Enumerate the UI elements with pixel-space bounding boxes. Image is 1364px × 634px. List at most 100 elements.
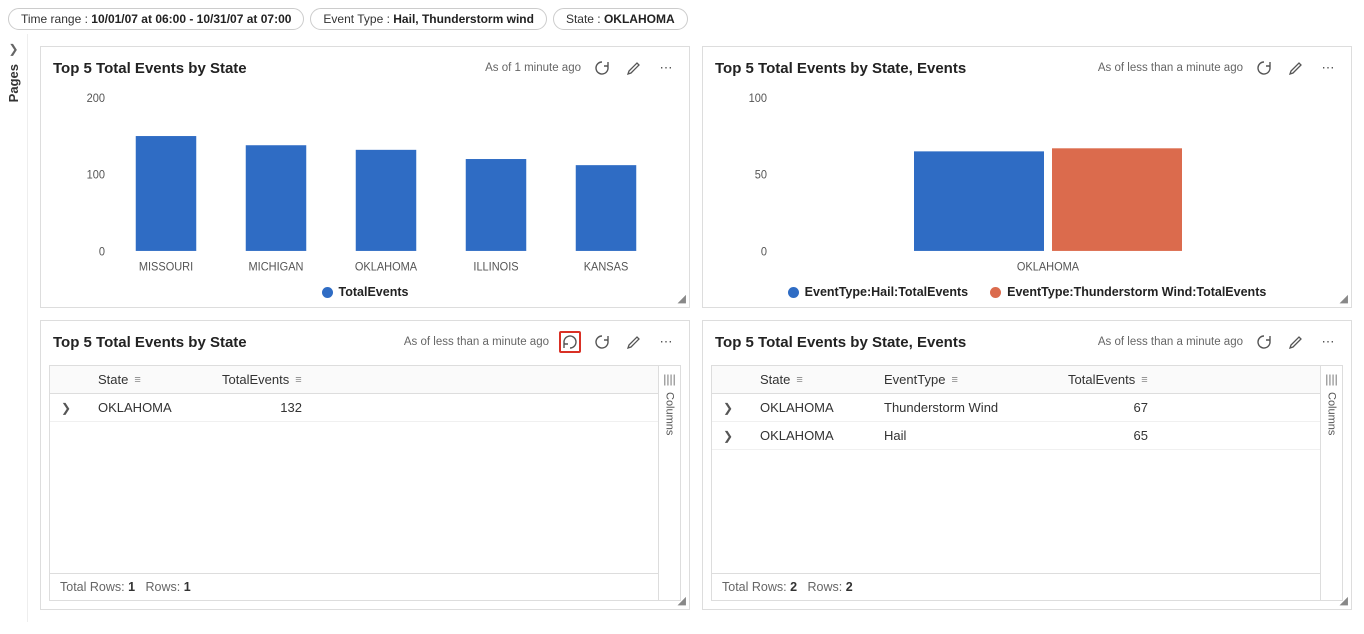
expand-row-icon[interactable]: ❯ — [720, 429, 736, 443]
columns-panel-toggle[interactable]: |||| Columns — [658, 366, 680, 600]
resize-handle-icon[interactable]: ◢ — [1340, 292, 1348, 305]
tile-status: As of less than a minute ago — [1098, 62, 1243, 74]
undo-icon[interactable] — [559, 331, 581, 353]
svg-text:100: 100 — [749, 93, 767, 106]
svg-text:OKLAHOMA: OKLAHOMA — [355, 261, 418, 274]
filter-value: OKLAHOMA — [604, 12, 675, 26]
tile-status: As of less than a minute ago — [404, 336, 549, 348]
columns-icon: |||| — [1325, 372, 1337, 386]
col-menu-icon[interactable]: ≡ — [134, 374, 140, 386]
table-footer: Total Rows: 2 Rows: 2 — [712, 573, 1320, 600]
cell-type: Hail — [884, 428, 1044, 443]
tile-top5-state-table: Top 5 Total Events by State As of less t… — [40, 320, 690, 610]
cell-total: 65 — [1068, 428, 1148, 443]
legend-label: EventType:Thunderstorm Wind:TotalEvents — [1007, 285, 1266, 299]
pages-sidebar[interactable]: ❯ Pages — [0, 34, 28, 622]
tile-status: As of 1 minute ago — [485, 62, 581, 74]
refresh-icon[interactable] — [591, 331, 613, 353]
more-icon[interactable]: ⋯ — [1317, 331, 1339, 353]
refresh-icon[interactable] — [591, 57, 613, 79]
svg-text:ILLINOIS: ILLINOIS — [473, 261, 518, 274]
filter-value: 10/01/07 at 06:00 - 10/31/07 at 07:00 — [91, 12, 291, 26]
resize-handle-icon[interactable]: ◢ — [678, 594, 686, 607]
tile-title: Top 5 Total Events by State, Events — [715, 334, 966, 351]
col-total[interactable]: TotalEvents≡ — [1068, 372, 1168, 387]
legend-swatch-icon — [990, 287, 1001, 298]
resize-handle-icon[interactable]: ◢ — [678, 292, 686, 305]
col-menu-icon[interactable]: ≡ — [295, 374, 301, 386]
col-menu-icon[interactable]: ≡ — [1141, 374, 1147, 386]
table-row[interactable]: ❯ OKLAHOMA 132 — [50, 394, 658, 422]
tile-top5-state-events-chart: Top 5 Total Events by State, Events As o… — [702, 46, 1352, 308]
col-menu-icon[interactable]: ≡ — [796, 374, 802, 386]
svg-text:MISSOURI: MISSOURI — [139, 261, 193, 274]
table-row[interactable]: ❯ OKLAHOMA Hail 65 — [712, 422, 1320, 450]
tile-title: Top 5 Total Events by State — [53, 334, 247, 351]
chevron-right-icon[interactable]: ❯ — [0, 42, 27, 64]
svg-text:50: 50 — [755, 169, 767, 182]
svg-text:0: 0 — [99, 246, 105, 259]
svg-text:MICHIGAN: MICHIGAN — [249, 261, 304, 274]
edit-icon[interactable] — [623, 331, 645, 353]
legend: EventType:Hail:TotalEvents EventType:Thu… — [703, 281, 1351, 307]
bar-chart: 0 50 100 OKLAHOMA — [703, 83, 1351, 281]
columns-label: Columns — [1326, 392, 1338, 435]
columns-panel-toggle[interactable]: |||| Columns — [1320, 366, 1342, 600]
expand-row-icon[interactable]: ❯ — [720, 401, 736, 415]
edit-icon[interactable] — [623, 57, 645, 79]
filter-value: Hail, Thunderstorm wind — [393, 12, 534, 26]
svg-text:0: 0 — [761, 246, 767, 259]
cell-state: OKLAHOMA — [760, 400, 860, 415]
legend-swatch-icon — [322, 287, 333, 298]
filter-label: Time range : — [21, 12, 88, 26]
filters-bar: Time range : 10/01/07 at 06:00 - 10/31/0… — [0, 0, 1364, 34]
tile-top5-state-chart: Top 5 Total Events by State As of 1 minu… — [40, 46, 690, 308]
columns-icon: |||| — [663, 372, 675, 386]
refresh-icon[interactable] — [1253, 57, 1275, 79]
cell-state: OKLAHOMA — [760, 428, 860, 443]
resize-handle-icon[interactable]: ◢ — [1340, 594, 1348, 607]
cell-type: Thunderstorm Wind — [884, 400, 1044, 415]
svg-text:OKLAHOMA: OKLAHOMA — [1017, 261, 1080, 274]
legend-item[interactable]: EventType:Hail:TotalEvents — [788, 285, 968, 299]
cell-total: 132 — [222, 400, 302, 415]
table-header: State≡ EventType≡ TotalEvents≡ — [712, 366, 1320, 394]
legend-swatch-icon — [788, 287, 799, 298]
tile-top5-state-events-table: Top 5 Total Events by State, Events As o… — [702, 320, 1352, 610]
legend-item[interactable]: EventType:Thunderstorm Wind:TotalEvents — [990, 285, 1266, 299]
col-state[interactable]: State≡ — [760, 372, 860, 387]
more-icon[interactable]: ⋯ — [655, 331, 677, 353]
col-state[interactable]: State≡ — [98, 372, 198, 387]
svg-text:KANSAS: KANSAS — [584, 261, 629, 274]
legend-item[interactable]: TotalEvents — [322, 285, 409, 299]
bar-chart: 0100200MISSOURIMICHIGANOKLAHOMAILLINOISK… — [41, 83, 689, 281]
col-type[interactable]: EventType≡ — [884, 372, 1044, 387]
filter-time-range[interactable]: Time range : 10/01/07 at 06:00 - 10/31/0… — [8, 8, 304, 30]
legend-label: TotalEvents — [339, 285, 409, 299]
more-icon[interactable]: ⋯ — [1317, 57, 1339, 79]
table-header: State≡ TotalEvents≡ — [50, 366, 658, 394]
columns-label: Columns — [664, 392, 676, 435]
more-icon[interactable]: ⋯ — [655, 57, 677, 79]
tile-status: As of less than a minute ago — [1098, 336, 1243, 348]
expand-row-icon[interactable]: ❯ — [58, 401, 74, 415]
tile-title: Top 5 Total Events by State — [53, 60, 247, 77]
legend-label: EventType:Hail:TotalEvents — [805, 285, 968, 299]
pages-label: Pages — [6, 64, 21, 102]
cell-total: 67 — [1068, 400, 1148, 415]
table-row[interactable]: ❯ OKLAHOMA Thunderstorm Wind 67 — [712, 394, 1320, 422]
col-total[interactable]: TotalEvents≡ — [222, 372, 322, 387]
edit-icon[interactable] — [1285, 57, 1307, 79]
filter-label: Event Type : — [323, 12, 390, 26]
filter-state[interactable]: State : OKLAHOMA — [553, 8, 688, 30]
filter-event-type[interactable]: Event Type : Hail, Thunderstorm wind — [310, 8, 547, 30]
table-footer: Total Rows: 1 Rows: 1 — [50, 573, 658, 600]
svg-text:100: 100 — [87, 169, 105, 182]
cell-state: OKLAHOMA — [98, 400, 198, 415]
legend: TotalEvents — [41, 281, 689, 307]
tile-title: Top 5 Total Events by State, Events — [715, 60, 966, 77]
filter-label: State : — [566, 12, 601, 26]
col-menu-icon[interactable]: ≡ — [951, 374, 957, 386]
edit-icon[interactable] — [1285, 331, 1307, 353]
refresh-icon[interactable] — [1253, 331, 1275, 353]
